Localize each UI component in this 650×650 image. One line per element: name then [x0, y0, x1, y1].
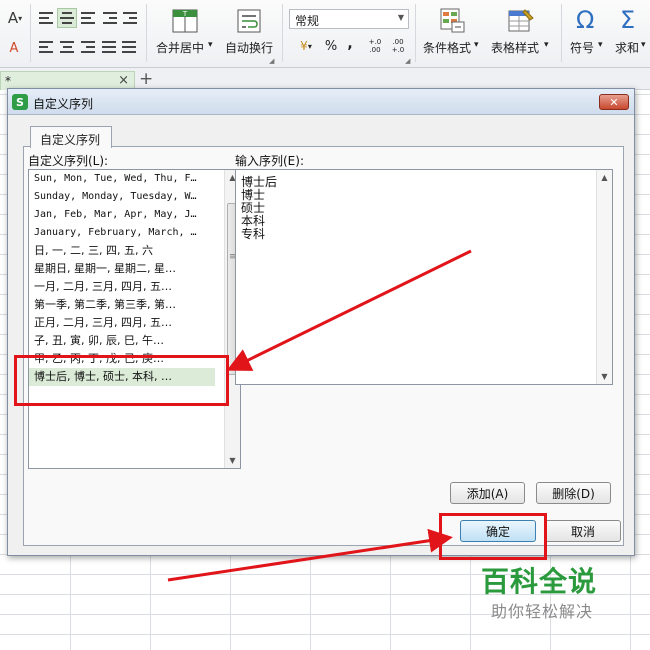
tab-custom-list[interactable]: 自定义序列 — [30, 126, 112, 148]
arrow-to-ok-button — [167, 528, 453, 582]
arrow-to-list-item — [226, 249, 472, 371]
watermark-subtitle: 助你轻松解决 — [491, 602, 594, 621]
watermark-title: 百科全说 — [481, 565, 598, 598]
tab-custom-list-label: 自定义序列 — [40, 133, 101, 147]
annotation-arrows — [167, 249, 472, 582]
